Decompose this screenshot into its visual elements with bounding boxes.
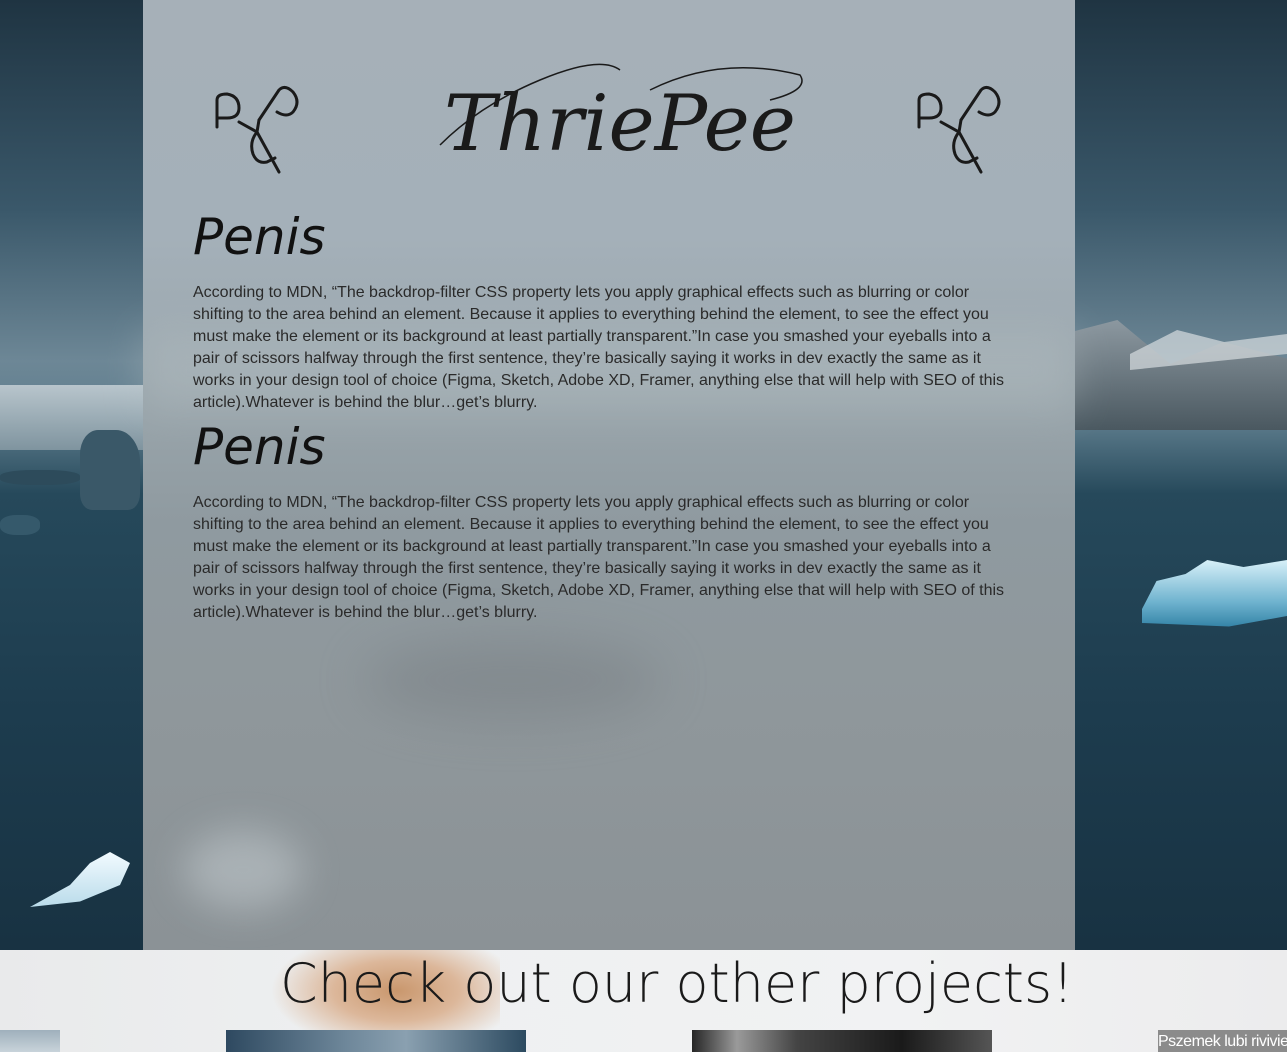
section-body: According to MDN, “The backdrop-filter C… [193,284,1005,411]
rock [0,470,80,485]
section-heading: Penis [193,208,326,266]
rock [0,515,40,535]
project-card[interactable] [692,1030,992,1052]
projects-heading: Check out our other projects! [280,952,1074,1015]
svg-text:ThriePee: ThriePee [444,79,796,169]
triple-p-monogram-icon [209,82,304,177]
iceberg [30,852,130,907]
project-card[interactable] [0,1030,60,1052]
project-caption: Pszemek lubi rivivie [1158,1033,1287,1050]
project-card[interactable] [226,1030,526,1052]
iceberg [1142,560,1287,627]
section-heading: Penis [193,418,326,476]
rock [80,430,140,510]
section-body: According to MDN, “The backdrop-filter C… [193,494,1005,621]
panel-blur-shape [183,830,303,910]
panel-blur-shape [363,640,663,720]
project-card[interactable]: Pszemek lubi rivivie [1158,1030,1287,1052]
site-logo[interactable]: ThriePee [420,50,820,180]
triple-p-monogram-icon [911,82,1006,177]
